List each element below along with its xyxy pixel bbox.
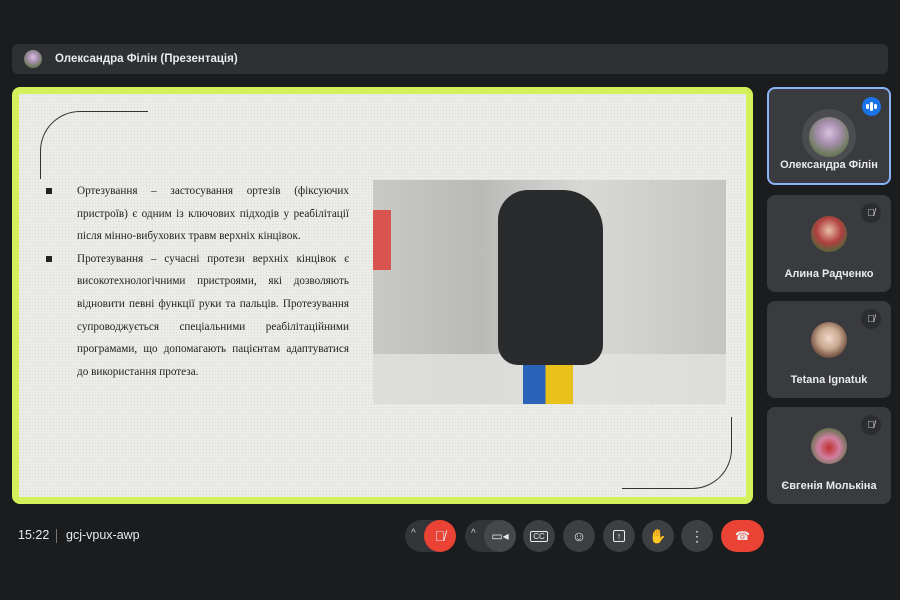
participant-name: Євгенія Молькіна [781, 480, 877, 492]
mic-toggle-button[interactable]: 🎙̸ [424, 520, 456, 552]
divider [56, 529, 57, 543]
participant-tile[interactable]: 🎙̸ Алина Радченко [767, 195, 891, 292]
chevron-up-icon: ^ [471, 528, 476, 539]
slide-bullet: Ортезування – застосування ортезів (фікс… [43, 180, 349, 248]
avatar [811, 322, 847, 358]
avatar [811, 428, 847, 464]
presenter-avatar [24, 50, 42, 68]
avatar [811, 216, 847, 252]
phone-hangup-icon: ☎ [735, 529, 750, 543]
present-icon: ↑ [612, 530, 626, 542]
presentation-slide: Ортезування – застосування ортезів (фікс… [12, 87, 753, 504]
captions-button[interactable]: CC [523, 520, 555, 552]
presentation-header: Олександра Філін (Презентація) [12, 44, 888, 74]
camera-toggle-button[interactable]: ▭◂ [484, 520, 516, 552]
captions-icon: CC [530, 530, 548, 542]
meeting-controls-bar: 15:22 gcj-vpux-awp ^ 🎙̸ ^ ▭◂ CC ☺ ↑ ✋ ⋮ … [0, 515, 900, 557]
prosthetic-hand-photo [373, 180, 726, 404]
participant-tile[interactable]: Олександра Філін [767, 87, 891, 185]
present-screen-button[interactable]: ↑ [603, 520, 635, 552]
avatar [809, 117, 849, 157]
speaking-indicator-icon [862, 97, 881, 116]
slide-corner-decoration [40, 111, 148, 179]
raise-hand-button[interactable]: ✋ [642, 520, 674, 552]
mic-off-icon: 🎙̸ [861, 309, 881, 329]
reactions-button[interactable]: ☺ [563, 520, 595, 552]
participant-name: Алина Радченко [784, 268, 874, 280]
emoji-icon: ☺ [571, 528, 587, 544]
presenter-label: Олександра Філін (Презентація) [55, 53, 238, 65]
slide-bullet: Протезування – сучасні протези верхніх к… [43, 248, 349, 384]
participant-tile[interactable]: 🎙̸ Євгенія Молькіна [767, 407, 891, 504]
camera-icon: ▭◂ [491, 529, 509, 543]
mic-off-icon: 🎙̸ [861, 203, 881, 223]
more-vert-icon: ⋮ [690, 527, 704, 544]
hand-icon: ✋ [649, 527, 667, 544]
more-options-button[interactable]: ⋮ [681, 520, 713, 552]
meeting-code: gcj-vpux-awp [66, 528, 140, 542]
participant-tile[interactable]: 🎙̸ Tetana Ignatuk [767, 301, 891, 398]
leave-call-button[interactable]: ☎ [721, 520, 764, 552]
mic-off-icon: 🎙̸ [861, 415, 881, 435]
mic-off-icon: 🎙̸ [434, 528, 446, 544]
chevron-up-icon: ^ [411, 528, 416, 539]
participant-name: Tetana Ignatuk [790, 374, 868, 386]
slide-corner-decoration [622, 417, 732, 489]
meeting-time: 15:22 [18, 528, 50, 542]
participant-name: Олександра Філін [780, 159, 878, 171]
slide-bullet-list: Ортезування – застосування ортезів (фікс… [43, 180, 349, 383]
